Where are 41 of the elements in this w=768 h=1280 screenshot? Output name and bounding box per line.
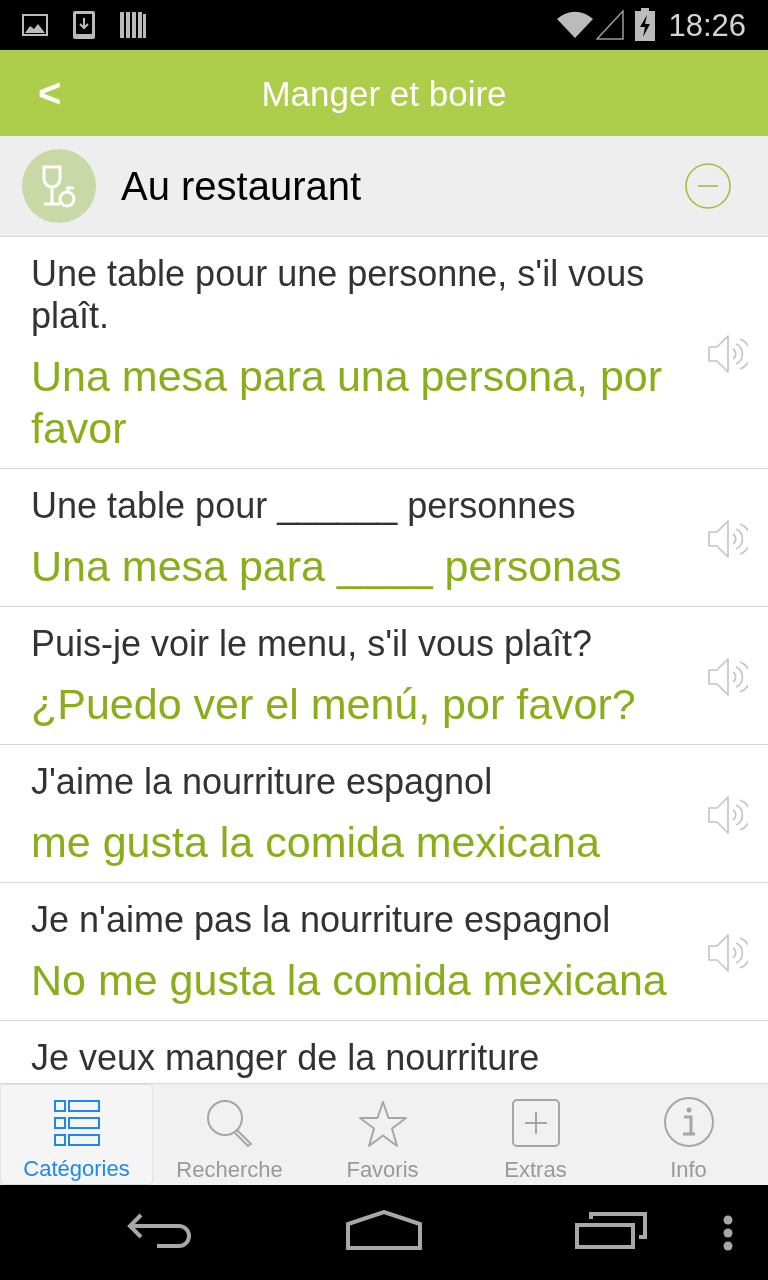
french-phrase: Une table pour ______ personnes xyxy=(31,485,577,527)
phrase-row[interactable]: Une table pour ______ personnes Una mesa para ____ personas xyxy=(0,469,768,607)
wine-glass-icon xyxy=(22,149,96,223)
spanish-translation: ¿Puedo ver el menú, por favor? xyxy=(31,679,637,730)
speaker-icon[interactable] xyxy=(708,334,748,373)
plus-square-icon xyxy=(511,1099,560,1147)
french-phrase: Je veux manger de la nourriture xyxy=(31,1037,541,1079)
star-icon xyxy=(358,1101,407,1147)
french-phrase: J'aime la nourriture espagnol xyxy=(31,761,494,803)
home-icon[interactable] xyxy=(346,1210,422,1250)
french-phrase: Je n'aime pas la nourriture espagnol xyxy=(31,899,612,941)
speaker-icon[interactable] xyxy=(708,657,748,696)
spanish-translation: me gusta la comida mexicana xyxy=(31,817,601,868)
category-title: Au restaurant xyxy=(121,166,363,206)
clock-time: 18:26 xyxy=(668,9,746,41)
category-header[interactable]: Au restaurant xyxy=(0,136,768,237)
collapse-icon[interactable] xyxy=(685,163,731,209)
spanish-translation: Una mesa para ____ personas xyxy=(31,541,623,592)
spanish-translation: No me gusta la comida mexicana xyxy=(31,955,668,1006)
recent-apps-icon[interactable] xyxy=(575,1211,647,1249)
signal-icon xyxy=(596,10,625,40)
download-icon xyxy=(72,10,96,40)
phrase-row[interactable]: Puis-je voir le menu, s'il vous plaît? ¿Puedo ver el menú, por favor? xyxy=(0,607,768,745)
page-title: Manger et boire xyxy=(261,75,507,111)
speaker-icon[interactable] xyxy=(708,795,748,834)
speaker-icon[interactable] xyxy=(708,933,748,972)
speaker-icon[interactable] xyxy=(708,519,748,558)
list-icon xyxy=(53,1100,100,1146)
info-icon xyxy=(663,1097,714,1147)
phrase-row[interactable]: Une table pour une personne, s'il vous plaît. Una mesa para una persona, por favor xyxy=(0,237,768,469)
wifi-icon xyxy=(556,11,595,39)
spanish-translation: Una mesa para una persona, por favor xyxy=(31,351,664,454)
search-icon xyxy=(205,1099,254,1147)
phrase-row[interactable]: Je n'aime pas la nourriture espagnol No me gusta la comida mexicana xyxy=(0,883,768,1021)
picture-icon xyxy=(22,14,48,36)
menu-icon[interactable] xyxy=(723,1215,733,1251)
battery-icon xyxy=(634,8,657,42)
barcode-icon xyxy=(120,11,146,39)
french-phrase: Une table pour une personne, s'il vous plaît. xyxy=(31,253,646,337)
french-phrase: Puis-je voir le menu, s'il vous plaît? xyxy=(31,623,594,665)
phrase-row[interactable]: J'aime la nourriture espagnol me gusta la comida mexicana xyxy=(0,745,768,883)
